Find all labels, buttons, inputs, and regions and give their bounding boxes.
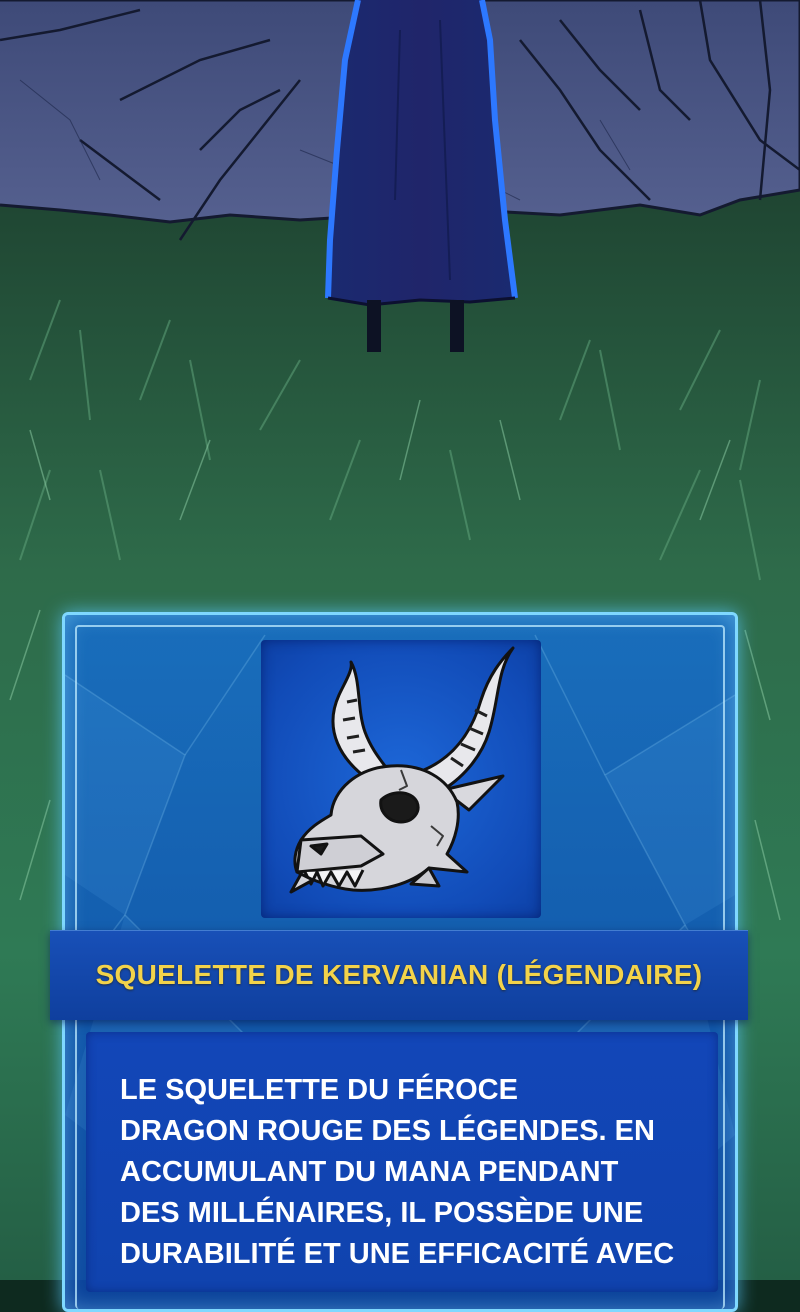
item-icon-frame [261, 640, 541, 918]
description-line: DRAGON ROUGE DES LÉGENDES. EN [120, 1115, 655, 1147]
item-title-bar: SQUELETTE DE KERVANIAN (LÉGENDAIRE) [50, 930, 748, 1020]
description-line: DES MILLÉNAIRES, IL POSSÈDE UNE [120, 1197, 644, 1229]
item-description: LE SQUELETTE DU FÉROCE DRAGON ROUGE DES … [120, 1070, 710, 1275]
description-line: LE SQUELETTE DU FÉROCE [120, 1074, 518, 1106]
item-title: SQUELETTE DE KERVANIAN (LÉGENDAIRE) [95, 959, 703, 990]
dragon-skull-icon [289, 646, 515, 894]
description-line: DURABILITÉ ET UNE EFFICACITÉ AVEC [120, 1238, 675, 1270]
description-line: ACCUMULANT DU MANA PENDANT [120, 1156, 619, 1188]
